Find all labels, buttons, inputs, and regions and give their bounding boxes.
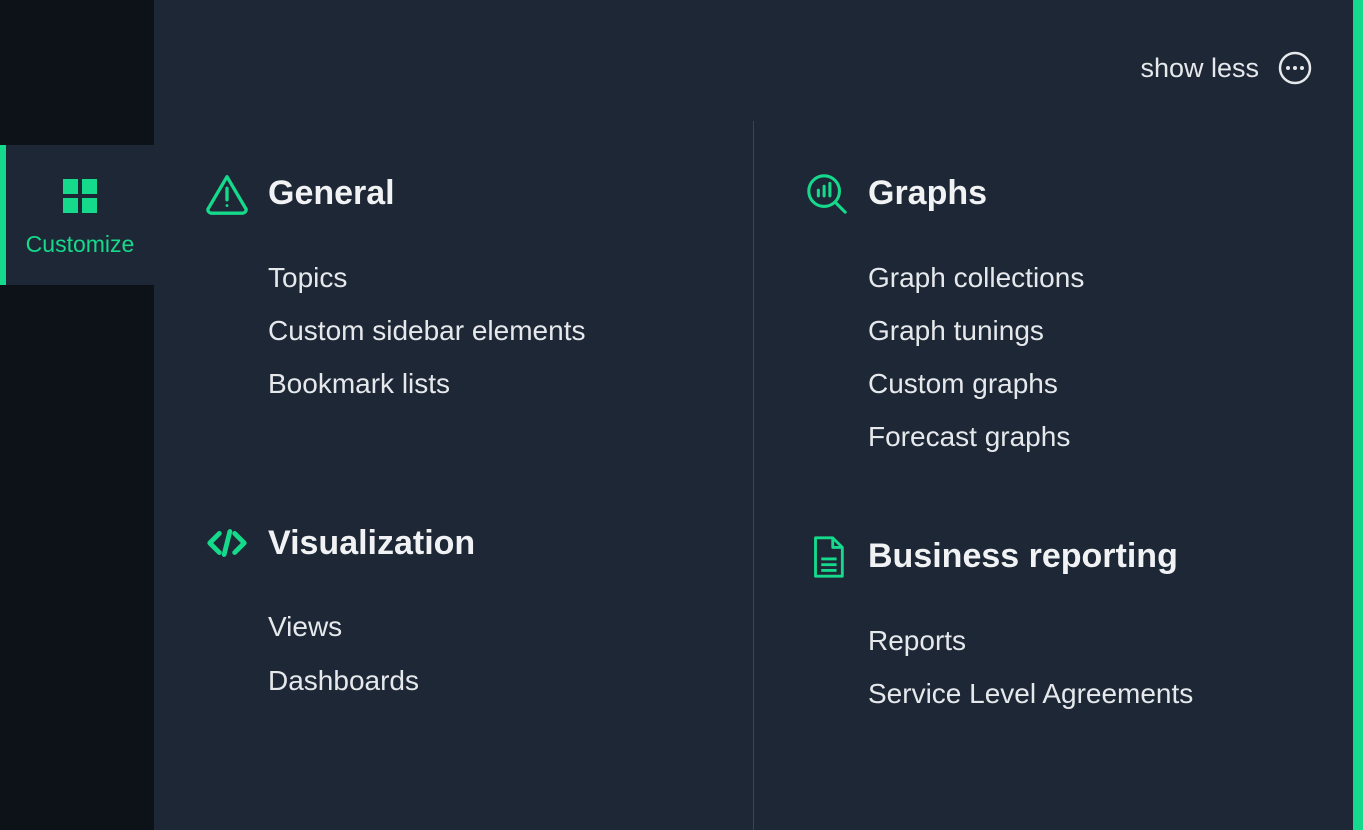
menu-item-graph-collections[interactable]: Graph collections xyxy=(868,251,1313,304)
group-title: General xyxy=(268,174,395,213)
show-less-toggle[interactable]: show less xyxy=(1140,50,1259,86)
menu-item-graph-tunings[interactable]: Graph tunings xyxy=(868,304,1313,357)
sidebar-item-label: Customize xyxy=(26,231,135,258)
left-column: General Topics Custom sidebar elements B… xyxy=(154,121,753,830)
menu-item-custom-graphs[interactable]: Custom graphs xyxy=(868,357,1313,410)
group-graphs: Graphs Graph collections Graph tunings C… xyxy=(804,171,1313,464)
group-items: Reports Service Level Agreements xyxy=(804,614,1313,720)
sidebar: Customize xyxy=(0,0,154,830)
group-header: Graphs xyxy=(804,171,1313,217)
group-title: Business reporting xyxy=(868,537,1178,576)
menu-item-forecast-graphs[interactable]: Forecast graphs xyxy=(868,410,1313,463)
group-items: Topics Custom sidebar elements Bookmark … xyxy=(204,251,713,411)
group-items: Views Dashboards xyxy=(204,600,713,706)
group-items: Graph collections Graph tunings Custom g… xyxy=(804,251,1313,464)
document-icon xyxy=(804,534,850,580)
group-header: General xyxy=(204,171,713,217)
topbar: show less xyxy=(154,0,1353,121)
group-title: Visualization xyxy=(268,524,475,563)
group-general: General Topics Custom sidebar elements B… xyxy=(204,171,713,411)
group-title: Graphs xyxy=(868,174,987,213)
group-header: Visualization xyxy=(204,520,713,566)
alert-triangle-icon xyxy=(204,171,250,217)
code-icon xyxy=(204,520,250,566)
menu-item-reports[interactable]: Reports xyxy=(868,614,1313,667)
right-column: Graphs Graph collections Graph tunings C… xyxy=(753,121,1353,830)
group-header: Business reporting xyxy=(804,534,1313,580)
ellipsis-circle-icon[interactable] xyxy=(1277,50,1313,86)
group-business-reporting: Business reporting Reports Service Level… xyxy=(804,534,1313,720)
menu-item-sla[interactable]: Service Level Agreements xyxy=(868,667,1313,720)
menu-item-bookmark-lists[interactable]: Bookmark lists xyxy=(268,357,713,410)
menu-item-topics[interactable]: Topics xyxy=(268,251,713,304)
menu-item-dashboards[interactable]: Dashboards xyxy=(268,654,713,707)
sidebar-item-customize[interactable]: Customize xyxy=(0,145,154,285)
apps-grid-icon xyxy=(57,173,103,219)
menu-item-custom-sidebar-elements[interactable]: Custom sidebar elements xyxy=(268,304,713,357)
content-columns: General Topics Custom sidebar elements B… xyxy=(154,121,1353,830)
group-visualization: Visualization Views Dashboards xyxy=(204,520,713,706)
main-panel: show less xyxy=(154,0,1353,830)
page-root: Customize show less xyxy=(0,0,1363,830)
menu-item-views[interactable]: Views xyxy=(268,600,713,653)
graph-search-icon xyxy=(804,171,850,217)
